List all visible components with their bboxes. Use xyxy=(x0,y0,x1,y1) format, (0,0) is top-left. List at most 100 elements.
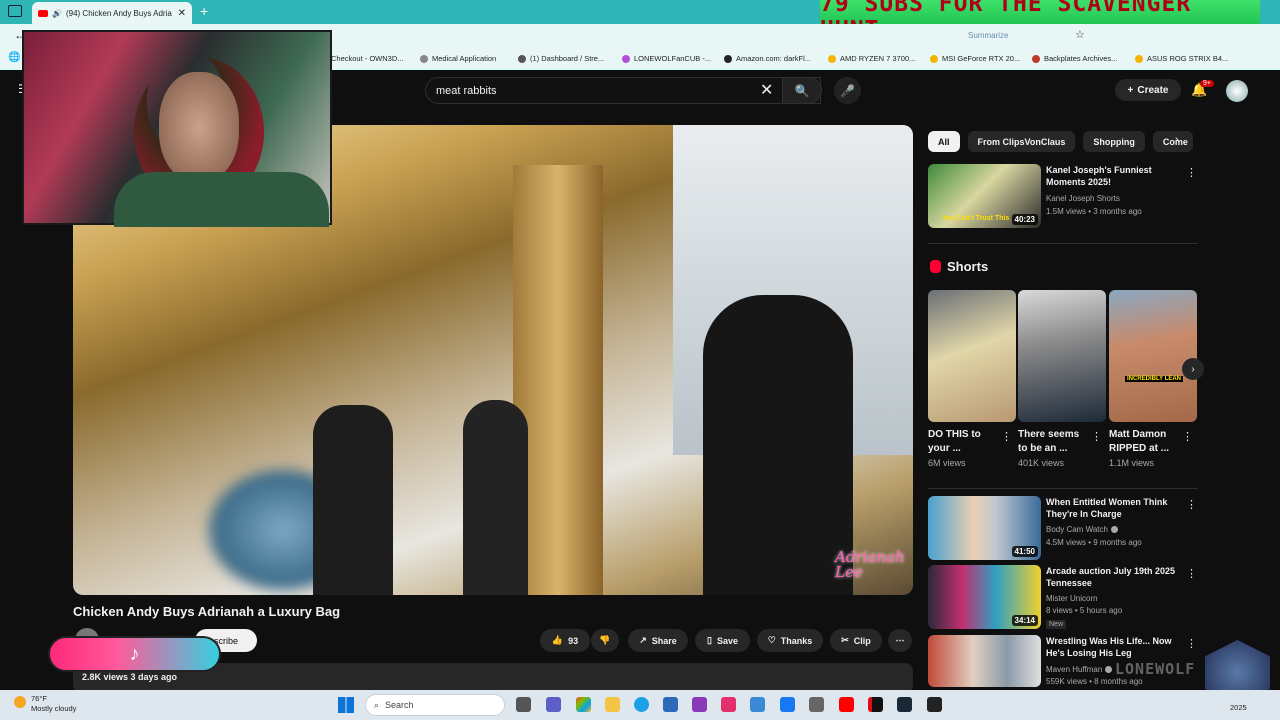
edge-browser-icon[interactable] xyxy=(634,697,649,712)
kebab-menu-icon[interactable]: ⋮ xyxy=(1091,430,1102,443)
recommendation-thumbnail[interactable]: 34:14 xyxy=(928,565,1041,629)
short-thumbnail[interactable] xyxy=(928,290,1016,422)
clear-search-icon[interactable]: ✕ xyxy=(760,80,773,100)
recommendation-thumbnail[interactable]: You Can't Trust This 40:23 xyxy=(928,164,1041,228)
chip-shopping[interactable]: Shopping xyxy=(1083,131,1145,152)
chips-next-arrow-icon[interactable]: › xyxy=(1175,134,1179,146)
kebab-menu-icon[interactable]: ⋮ xyxy=(1182,430,1193,443)
youtube-favicon-icon xyxy=(38,9,48,17)
store-icon[interactable] xyxy=(663,697,678,712)
summarize-link[interactable]: Summarize xyxy=(968,31,1008,40)
clip-button[interactable]: ✂ Clip xyxy=(830,629,882,652)
bookmark-2[interactable]: (1) Dashboard / Stre... xyxy=(518,54,604,63)
kebab-menu-icon[interactable]: ⋮ xyxy=(1186,498,1197,511)
app-icon[interactable] xyxy=(809,697,824,712)
account-avatar[interactable] xyxy=(1226,80,1248,102)
recommendation-thumbnail[interactable] xyxy=(928,635,1041,687)
bookmark-6[interactable]: MSI GeForce RTX 20... xyxy=(930,54,1020,63)
chip-from-channel[interactable]: From ClipsVonClaus xyxy=(967,131,1076,152)
windows-start-icon[interactable] xyxy=(338,697,354,713)
microphone-icon: 🎤 xyxy=(840,83,855,98)
bookmark-0[interactable]: Checkout - OWN3D... xyxy=(331,54,404,63)
favorite-star-icon[interactable]: ☆ xyxy=(1075,28,1085,41)
short-title[interactable]: There seems to be an ... xyxy=(1018,428,1088,456)
chip-all[interactable]: All xyxy=(928,131,960,152)
short-title[interactable]: Matt Damon RIPPED at ... xyxy=(1109,428,1179,456)
share-button[interactable]: ↗ Share xyxy=(628,629,688,652)
divider xyxy=(928,243,1198,244)
kebab-menu-icon[interactable]: ⋮ xyxy=(1001,430,1012,443)
recommendation-item[interactable]: You Can't Trust This 40:23 Kanel Joseph'… xyxy=(928,164,1198,228)
file-explorer-icon[interactable] xyxy=(605,697,620,712)
player-watermark: Adrianah Lee xyxy=(835,548,905,581)
speaker-icon[interactable]: 🔊 xyxy=(52,9,62,18)
netflix-icon[interactable] xyxy=(868,697,883,712)
recommendation-item[interactable]: 41:50 When Entitled Women Think They're … xyxy=(928,496,1198,560)
facebook-icon[interactable] xyxy=(780,697,795,712)
weather-widget[interactable]: 76°F Mostly cloudy xyxy=(14,694,76,714)
recommendation-channel[interactable]: Body Cam Watch xyxy=(1046,525,1118,534)
taskbar-search-input[interactable]: ⌕ Search xyxy=(365,694,505,716)
recommendation-thumbnail[interactable]: 41:50 xyxy=(928,496,1041,560)
close-tab-icon[interactable]: ✕ xyxy=(178,8,186,19)
shorts-next-arrow-icon[interactable]: › xyxy=(1182,358,1204,380)
recommendation-title[interactable]: Wrestling Was His Life... Now He's Losin… xyxy=(1046,635,1181,659)
bookmark-3[interactable]: LONEWOLFanCUB -... xyxy=(622,54,711,63)
recommendation-meta: 8 views • 5 hours ago xyxy=(1046,606,1123,615)
recommendation-title[interactable]: When Entitled Women Think They're In Cha… xyxy=(1046,496,1181,520)
bookmark-5[interactable]: AMD RYZEN 7 3700... xyxy=(828,54,915,63)
recommendation-title[interactable]: Kanel Joseph's Funniest Moments 2025! xyxy=(1046,164,1181,188)
window-menu-icon[interactable] xyxy=(8,5,22,17)
amazon-icon xyxy=(724,54,732,63)
kebab-menu-icon[interactable]: ⋮ xyxy=(1186,567,1197,580)
webcam-shirt xyxy=(114,172,329,227)
short-item[interactable]: INCREDIBLY LEAN Matt Damon RIPPED at ...… xyxy=(1109,290,1197,468)
more-dots-icon: ⋯ xyxy=(895,635,905,645)
recommendation-title[interactable]: Arcade auction July 19th 2025 Tennessee xyxy=(1046,565,1181,589)
duration-badge: 34:14 xyxy=(1011,615,1038,626)
search-icon: ⌕ xyxy=(374,699,380,710)
bookmark-7[interactable]: Backplates Archives... xyxy=(1032,54,1117,63)
video-title: Chicken Andy Buys Adrianah a Luxury Bag xyxy=(73,604,341,619)
short-caption: INCREDIBLY LEAN xyxy=(1125,376,1184,382)
chip-comedy[interactable]: Come xyxy=(1152,131,1193,152)
kebab-menu-icon[interactable]: ⋮ xyxy=(1186,637,1197,650)
like-button[interactable]: 👍 93 xyxy=(540,629,590,652)
short-title[interactable]: DO THIS to your ... xyxy=(928,428,998,456)
app-icon[interactable] xyxy=(750,697,765,712)
browser-tab-active[interactable]: 🔊 (94) Chicken Andy Buys Adria ✕ xyxy=(32,2,192,24)
windows-taskbar: 76°F Mostly cloudy ⌕ Search 2025 xyxy=(0,690,1280,720)
app-icon[interactable] xyxy=(692,697,707,712)
more-actions-button[interactable]: ⋯ xyxy=(888,629,912,652)
weather-condition: Mostly cloudy xyxy=(31,704,77,713)
recommendation-channel[interactable]: Mister Unicorn xyxy=(1046,594,1098,603)
voice-search-button[interactable]: 🎤 xyxy=(834,77,861,104)
instagram-icon[interactable] xyxy=(721,697,736,712)
save-button[interactable]: ▯ Save xyxy=(695,629,750,652)
short-thumbnail[interactable]: INCREDIBLY LEAN xyxy=(1109,290,1197,422)
short-thumbnail[interactable] xyxy=(1018,290,1106,422)
video-person-foreground xyxy=(703,295,853,595)
kebab-menu-icon[interactable]: ⋮ xyxy=(1186,166,1197,179)
short-item[interactable]: DO THIS to your ... 6M views ⋮ xyxy=(928,290,1016,468)
youtube-icon[interactable] xyxy=(839,697,854,712)
terminal-icon[interactable] xyxy=(927,697,942,712)
create-button[interactable]: + Create xyxy=(1115,79,1181,101)
shorts-heading: Shorts xyxy=(930,259,988,274)
new-tab-icon[interactable]: + xyxy=(200,3,208,19)
copilot-icon[interactable] xyxy=(576,697,591,712)
recommendation-item[interactable]: 34:14 Arcade auction July 19th 2025 Tenn… xyxy=(928,565,1198,629)
streamer-webcam xyxy=(22,30,332,227)
steam-icon[interactable] xyxy=(897,697,912,712)
bookmark-8[interactable]: ASUS ROG STRIX B4... xyxy=(1135,54,1228,63)
recommendation-channel[interactable]: Maven Huffman xyxy=(1046,665,1113,674)
thanks-button[interactable]: ♡ Thanks xyxy=(757,629,823,652)
teams-icon[interactable] xyxy=(546,697,561,712)
recommendation-channel[interactable]: Kanel Joseph Shorts xyxy=(1046,194,1120,203)
search-button[interactable]: 🔍 xyxy=(782,77,822,104)
bookmark-4[interactable]: Amazon.com: darkFl... xyxy=(724,54,811,63)
task-view-icon[interactable] xyxy=(516,697,531,712)
short-item[interactable]: There seems to be an ... 401K views ⋮ xyxy=(1018,290,1106,468)
bookmark-1[interactable]: Medical Application xyxy=(420,54,496,63)
dislike-button[interactable]: 👎 xyxy=(591,629,619,652)
